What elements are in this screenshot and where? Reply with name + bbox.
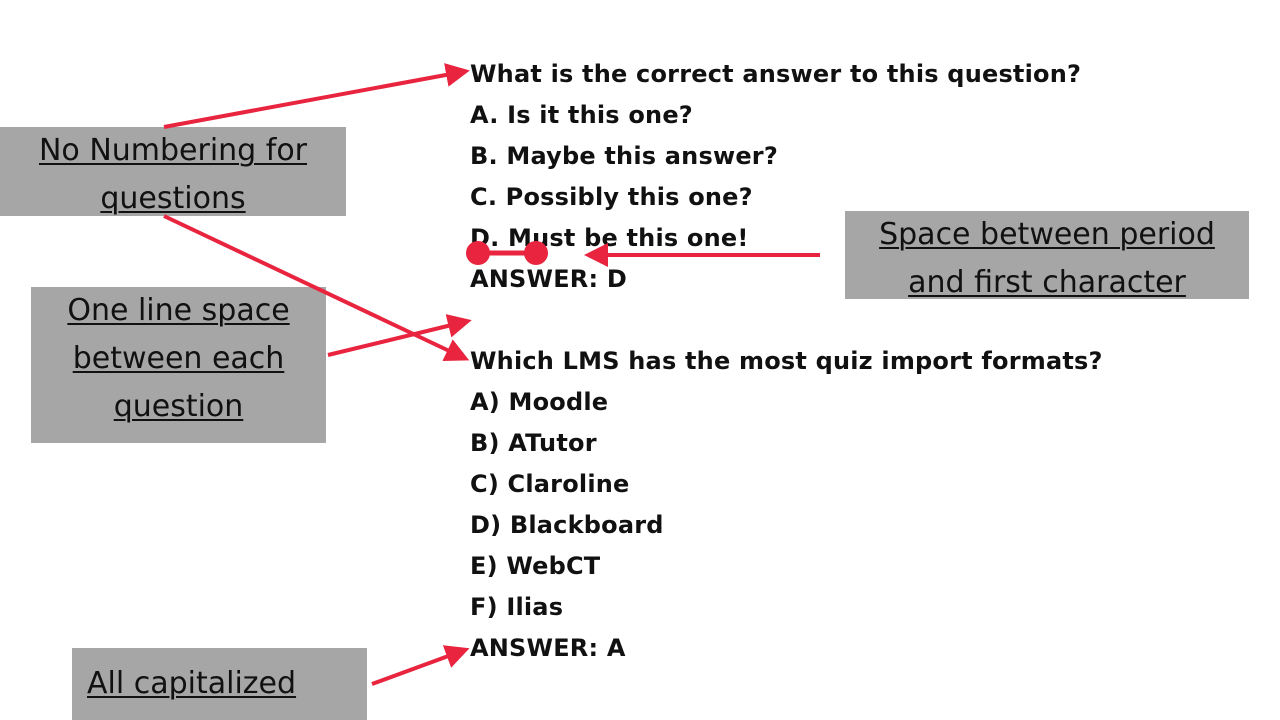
question-2-option-c: C) Claroline — [470, 470, 630, 498]
question-2-option-a: A) Moodle — [470, 388, 609, 416]
note-all-capitalized: All capitalized — [72, 648, 367, 720]
note-space-period: Space between period and first character — [845, 211, 1249, 300]
note-one-line-space-line-1: One line space — [67, 293, 290, 328]
question-2-block: Which LMS has the most quiz import forma… — [470, 341, 1103, 669]
note-one-line-space-line-2: between each — [72, 341, 285, 376]
question-2-answer: ANSWER: A — [470, 634, 626, 662]
note-one-line-space: One line space between each question — [31, 287, 326, 443]
note-no-numbering-line-1: No Numbering for — [38, 133, 308, 168]
note-one-line-space-line-3: question — [113, 389, 244, 424]
question-1-option-a: A. Is it this one? — [470, 101, 693, 129]
note-no-numbering: No Numbering for questions — [0, 127, 346, 216]
question-2-option-e: E) WebCT — [470, 552, 601, 580]
arrow-no-numbering-to-q1 — [163, 63, 470, 129]
arrow-all-capitalized — [371, 645, 470, 686]
note-no-numbering-line-2: questions — [100, 181, 246, 216]
note-all-capitalized-line-1: All capitalized — [87, 666, 297, 701]
question-2-option-d: D) Blackboard — [470, 511, 664, 539]
question-2-option-f: F) Ilias — [470, 593, 564, 621]
note-space-period-line-2: and first character — [908, 265, 1186, 300]
arrow-one-line-space — [327, 314, 472, 357]
question-2-option-b: B) ATutor — [470, 429, 597, 457]
question-2-text: Which LMS has the most quiz import forma… — [470, 347, 1103, 375]
question-1-text: What is the correct answer to this quest… — [470, 60, 1082, 88]
question-1-option-b: B. Maybe this answer? — [470, 142, 778, 170]
note-space-period-line-1: Space between period — [879, 217, 1215, 252]
